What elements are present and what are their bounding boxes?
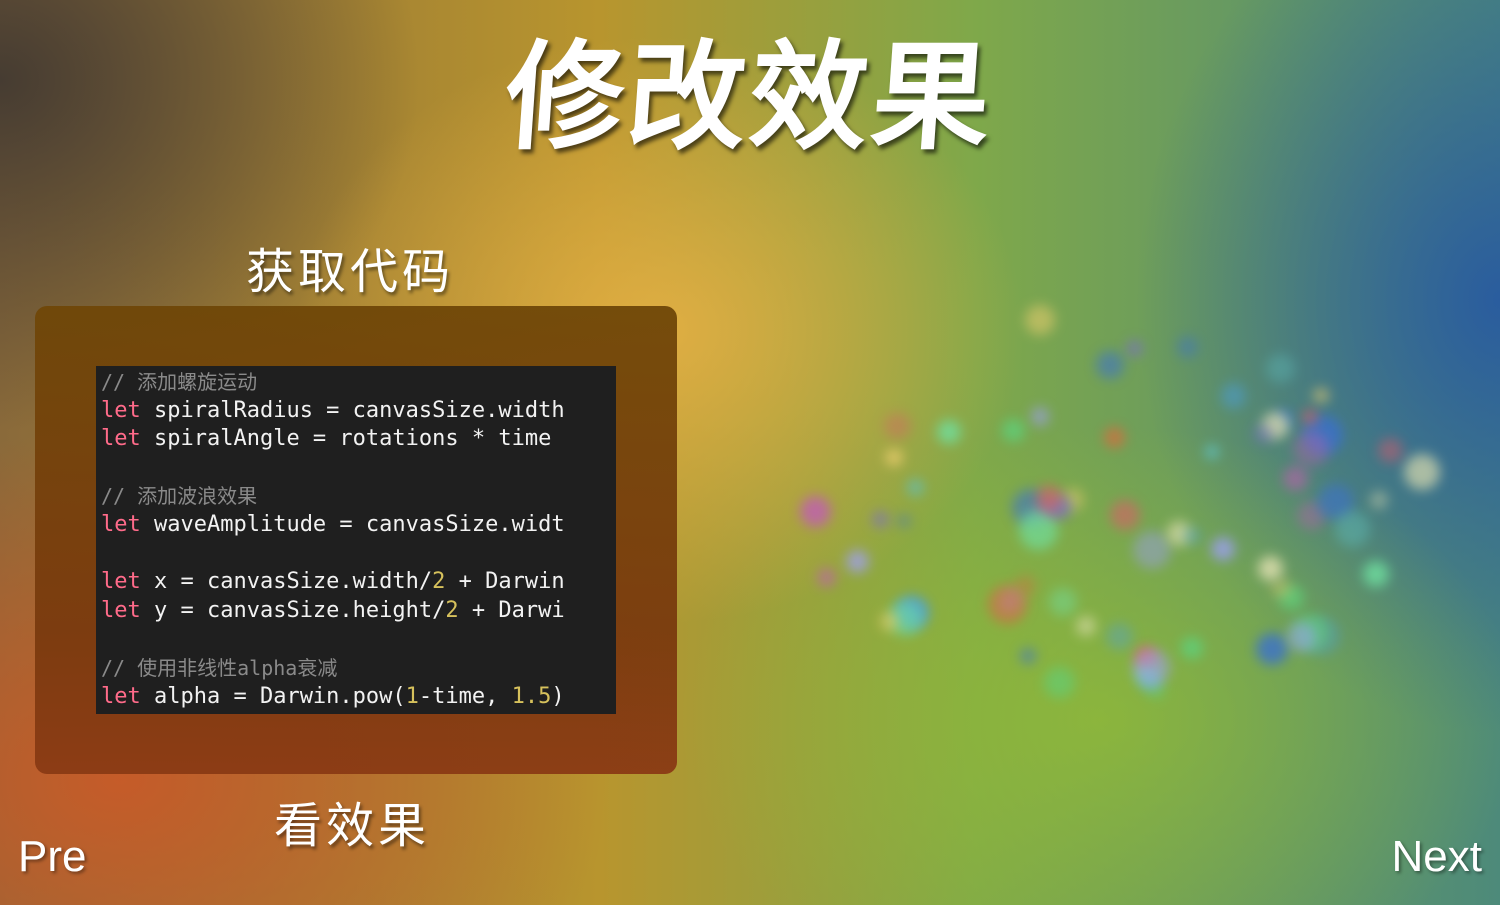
code-line: // 添加螺旋运动 bbox=[101, 368, 616, 397]
effect-particle bbox=[1362, 561, 1389, 587]
effect-particle bbox=[1002, 418, 1026, 443]
code-token-kw: let bbox=[101, 569, 141, 595]
effect-particle bbox=[1133, 648, 1171, 686]
effect-particle bbox=[883, 412, 911, 440]
code-token-num: 1 bbox=[405, 683, 419, 709]
effect-particle bbox=[1282, 465, 1308, 491]
effect-particle bbox=[1257, 555, 1283, 581]
effect-particle bbox=[896, 513, 912, 528]
code-token-plain: x = canvasSize.width/ bbox=[140, 569, 433, 595]
code-line: let y = canvasSize.height/2 + Darwi bbox=[101, 597, 616, 626]
code-token-kw: let bbox=[101, 426, 141, 452]
effect-particle bbox=[816, 567, 836, 587]
code-token-num: 2 bbox=[445, 597, 459, 623]
code-line: // 使用非线性alpha衰减 bbox=[101, 654, 616, 683]
slide-title: 修改效果 bbox=[501, 27, 999, 166]
effect-particle bbox=[1377, 437, 1403, 463]
next-button[interactable]: Next bbox=[1392, 832, 1482, 882]
effect-particle bbox=[872, 510, 890, 528]
effect-particle bbox=[987, 584, 1028, 625]
effect-particle bbox=[1266, 354, 1296, 384]
see-effect-label: 看效果 bbox=[274, 798, 431, 854]
effect-particle bbox=[1220, 383, 1247, 409]
effect-particle bbox=[1075, 615, 1096, 636]
effect-particle bbox=[1104, 426, 1126, 448]
effect-particle bbox=[906, 478, 925, 496]
effect-particle bbox=[879, 612, 899, 631]
effect-particle bbox=[1176, 336, 1198, 358]
code-token-num: 2 bbox=[432, 569, 446, 595]
effect-particle bbox=[1370, 491, 1389, 510]
code-line: // 添加波浪效果 bbox=[101, 482, 616, 511]
code-token-comment: // 添加螺旋运动 bbox=[101, 370, 258, 394]
effect-particle bbox=[1109, 500, 1141, 531]
effect-particle bbox=[1096, 351, 1124, 379]
effect-particle bbox=[846, 550, 870, 574]
effect-particle bbox=[936, 419, 961, 444]
effect-particle bbox=[1183, 526, 1202, 546]
code-token-plain: waveAmplitude = canvasSize.widt bbox=[140, 511, 565, 537]
code-line: let x = canvasSize.width/2 + Darwin bbox=[101, 568, 616, 597]
get-code-label: 获取代码 bbox=[246, 244, 455, 300]
code-token-plain: alpha = Darwin.pow( bbox=[140, 683, 406, 709]
code-token-kw: let bbox=[101, 683, 141, 709]
code-token-num: 1.5 bbox=[511, 683, 552, 709]
effect-particle bbox=[799, 495, 832, 528]
code-line: let waveAmplitude = canvasSize.widt bbox=[101, 511, 616, 540]
effect-particle bbox=[1132, 530, 1172, 570]
effect-particle bbox=[1125, 339, 1144, 358]
effect-particle bbox=[1255, 632, 1289, 665]
effect-particle bbox=[1292, 430, 1330, 467]
code-token-plain: + Darwin bbox=[445, 569, 565, 595]
effect-particle bbox=[1020, 648, 1036, 664]
effect-particle bbox=[1286, 622, 1316, 652]
effect-particle bbox=[1049, 588, 1077, 616]
effect-particle bbox=[1313, 387, 1329, 404]
code-token-plain: + Darwi bbox=[458, 597, 565, 623]
code-line: let alpha = Darwin.pow(1-time, 1.5) bbox=[101, 683, 616, 712]
effect-particle bbox=[1024, 305, 1055, 336]
code-token-plain: -time, bbox=[418, 683, 512, 709]
effect-particle bbox=[1043, 667, 1075, 699]
effect-particle bbox=[1301, 408, 1318, 426]
effect-particle bbox=[1205, 444, 1220, 459]
code-token-kw: let bbox=[101, 397, 141, 423]
code-token-comment: // 使用非线性alpha衰减 bbox=[101, 655, 338, 680]
code-line: let spiralRadius = canvasSize.width bbox=[101, 397, 616, 426]
code-token-plain: spiralRadius = canvasSize.width bbox=[140, 397, 565, 423]
code-token-kw: let bbox=[101, 511, 141, 537]
pre-button[interactable]: Pre bbox=[18, 832, 86, 882]
effect-particle bbox=[1271, 578, 1291, 598]
code-token-comment: // 添加波浪效果 bbox=[101, 484, 258, 509]
code-line: let spiralAngle = rotations * time bbox=[101, 425, 616, 454]
code-snippet: // 添加螺旋运动 let spiralRadius = canvasSize.w… bbox=[96, 366, 616, 714]
code-token-plain: spiralAngle = rotations * time bbox=[140, 426, 565, 452]
code-token-plain: y = canvasSize.height/ bbox=[140, 597, 446, 623]
effect-particle bbox=[1210, 537, 1235, 562]
effect-particle bbox=[885, 449, 903, 467]
effect-preview bbox=[740, 300, 1500, 780]
effect-particle bbox=[1105, 623, 1133, 651]
effect-particle bbox=[1403, 453, 1441, 491]
effect-particle bbox=[1180, 637, 1203, 660]
code-token-plain: ) bbox=[551, 683, 565, 709]
effect-particle bbox=[1030, 407, 1050, 426]
effect-particle bbox=[1253, 423, 1274, 445]
code-token-kw: let bbox=[101, 597, 141, 623]
effect-particle bbox=[1334, 511, 1371, 548]
